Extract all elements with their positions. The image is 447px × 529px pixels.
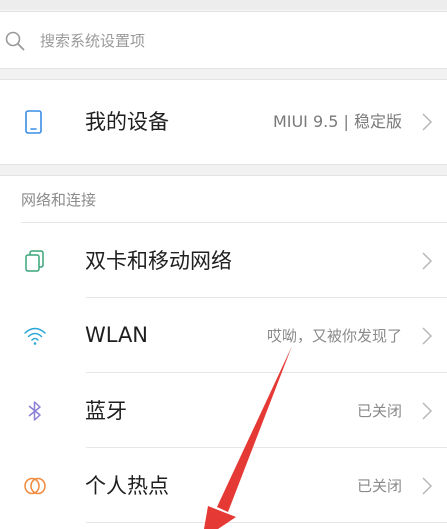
divider bbox=[86, 522, 447, 523]
chevron-right-icon bbox=[421, 401, 433, 421]
miui-version-value: MIUI 9.5 | 稳定版 bbox=[272, 112, 402, 131]
row-label: 蓝牙 bbox=[85, 399, 127, 423]
row-value: 哎呦，又被你发现了 bbox=[266, 327, 402, 345]
sidebar-item-hotspot[interactable]: 个人热点 已关闭 bbox=[0, 448, 447, 523]
wifi-icon bbox=[22, 323, 48, 349]
dual-sim-icon bbox=[22, 248, 48, 274]
chevron-right-icon bbox=[421, 251, 433, 271]
section-gap bbox=[0, 165, 447, 175]
bluetooth-icon bbox=[22, 398, 48, 424]
network-section: 网络和连接 双卡和移动网络 WLAN 哎呦，又被你发现了 蓝牙 已关闭 个人热点… bbox=[0, 175, 447, 529]
sidebar-item-wlan[interactable]: WLAN 哎呦，又被你发现了 bbox=[0, 298, 447, 373]
chevron-right-icon bbox=[421, 112, 433, 132]
row-label: 双卡和移动网络 bbox=[85, 249, 232, 273]
row-label: WLAN bbox=[85, 323, 149, 347]
row-label: 个人热点 bbox=[85, 474, 169, 498]
chevron-right-icon bbox=[421, 476, 433, 496]
hotspot-icon bbox=[22, 473, 48, 499]
search-placeholder: 搜索系统设置项 bbox=[40, 32, 146, 50]
section-title: 网络和连接 bbox=[21, 191, 97, 209]
phone-icon bbox=[23, 109, 45, 135]
section-gap bbox=[0, 69, 447, 79]
search-bar[interactable]: 搜索系统设置项 bbox=[0, 11, 447, 69]
chevron-right-icon bbox=[421, 326, 433, 346]
sidebar-item-dual-sim[interactable]: 双卡和移动网络 bbox=[0, 223, 447, 298]
row-value: 已关闭 bbox=[356, 402, 402, 420]
my-device-label: 我的设备 bbox=[85, 110, 169, 134]
top-strip bbox=[0, 0, 447, 10]
my-device-row[interactable]: 我的设备 MIUI 9.5 | 稳定版 bbox=[0, 79, 447, 165]
row-value: 已关闭 bbox=[356, 477, 402, 495]
search-icon bbox=[4, 30, 26, 52]
sidebar-item-bluetooth[interactable]: 蓝牙 已关闭 bbox=[0, 373, 447, 448]
